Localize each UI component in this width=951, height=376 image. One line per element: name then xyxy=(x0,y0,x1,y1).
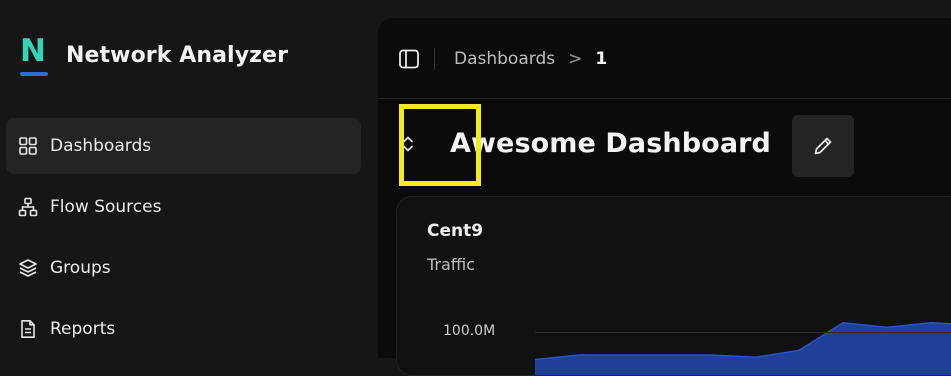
app-name: Network Analyzer xyxy=(66,42,289,68)
sidebar-item-dashboards[interactable]: Dashboards xyxy=(6,118,361,174)
card-title: Cent9 xyxy=(427,221,484,241)
app-logo: N xyxy=(20,33,50,76)
sidebar-item-label: Groups xyxy=(50,258,111,278)
sidebar: N Network Analyzer Dashboards Flow Sourc… xyxy=(0,0,378,358)
sidebar-item-groups[interactable]: Groups xyxy=(6,240,361,296)
topbar: Dashboards > 1 xyxy=(378,18,951,99)
grid-icon xyxy=(19,137,37,155)
logo-letter: N xyxy=(20,33,46,69)
breadcrumb-separator: > xyxy=(568,49,583,69)
series-area xyxy=(535,322,951,375)
sidebar-item-label: Reports xyxy=(50,319,116,339)
edit-dashboard-button[interactable] xyxy=(792,115,854,177)
traffic-chart xyxy=(534,309,951,375)
sidebar-item-label: Flow Sources xyxy=(50,197,162,217)
gridline xyxy=(535,332,951,333)
file-icon xyxy=(21,320,35,338)
sidebar-item-flow-sources[interactable]: Flow Sources xyxy=(6,179,361,235)
pencil-icon xyxy=(814,137,832,155)
breadcrumb: Dashboards > 1 xyxy=(454,48,607,70)
sidebar-nav: Dashboards Flow Sources Groups Reports xyxy=(6,118,361,362)
brand[interactable]: N Network Analyzer xyxy=(20,33,289,76)
network-icon xyxy=(18,197,38,217)
sidebar-item-label: Dashboards xyxy=(50,136,152,156)
chart-card: Cent9 Traffic 100.0M xyxy=(396,196,951,376)
main-panel: Dashboards > 1 Awesome Dashboard Cent9 T… xyxy=(378,18,951,376)
breadcrumb-dashboards[interactable]: Dashboards xyxy=(454,49,555,69)
sidebar-item-reports[interactable]: Reports xyxy=(6,301,361,357)
highlight-box xyxy=(399,104,481,186)
y-tick-label: 100.0M xyxy=(443,323,496,339)
topbar-divider xyxy=(434,48,435,70)
traffic-area-chart xyxy=(534,322,951,375)
layers-icon xyxy=(19,259,37,277)
sidebar-toggle-icon[interactable] xyxy=(398,48,420,70)
breadcrumb-current: 1 xyxy=(595,49,608,69)
card-subtitle: Traffic xyxy=(427,255,476,274)
page-title: Awesome Dashboard xyxy=(450,128,771,159)
logo-underline xyxy=(20,72,48,76)
